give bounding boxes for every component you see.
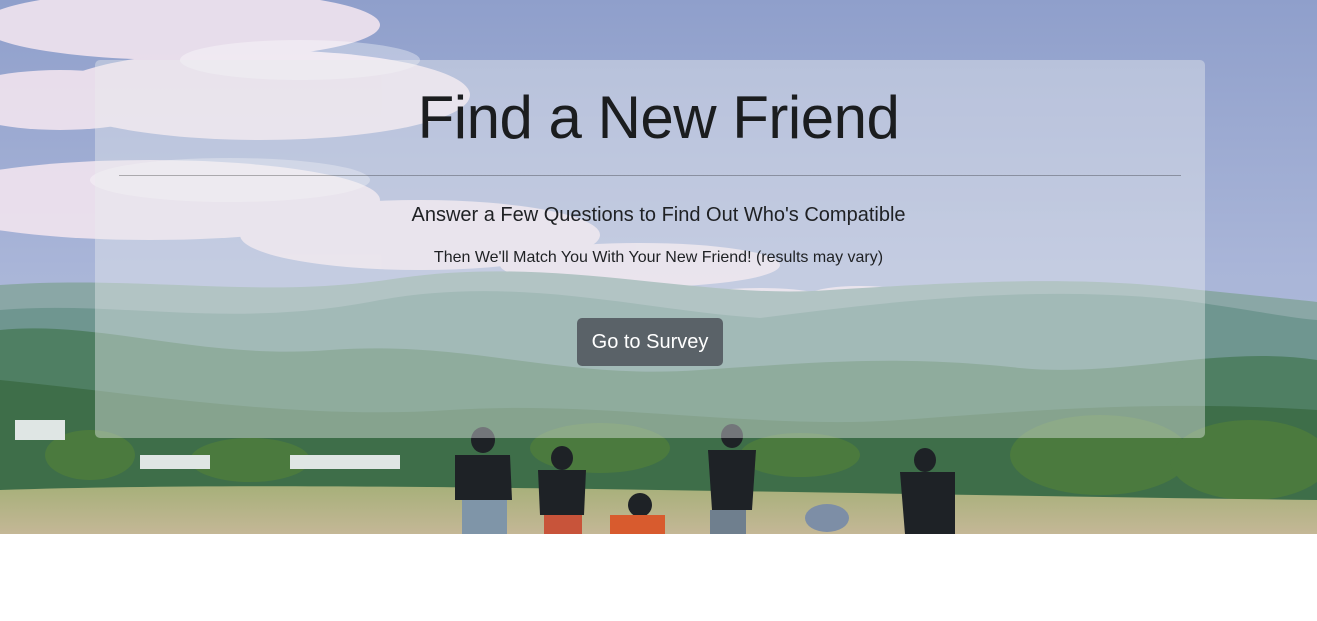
lead-text: Answer a Few Questions to Find Out Who's…: [411, 204, 906, 226]
page-title: Find a New Friend: [417, 84, 900, 151]
go-to-survey-button[interactable]: Go to Survey: [577, 318, 723, 366]
title-divider: [119, 175, 1181, 176]
subtext: Then We'll Match You With Your New Frien…: [433, 249, 884, 266]
